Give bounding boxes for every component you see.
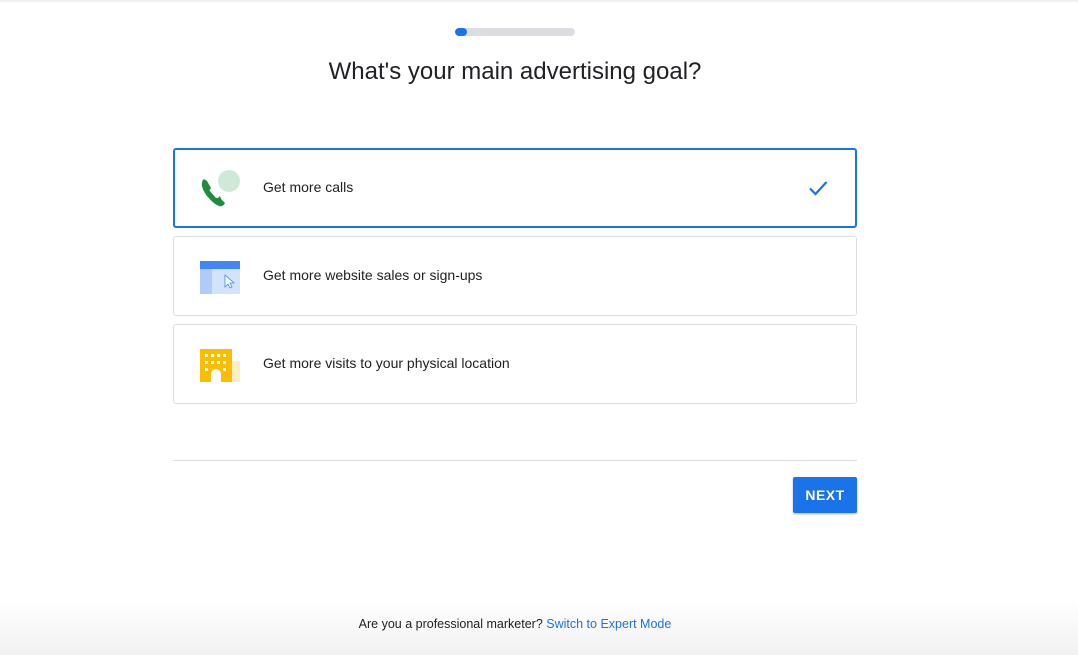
footer: Are you a professional marketer? Switch … xyxy=(0,617,1030,631)
goal-list: Get more calls Get more website sales or… xyxy=(173,148,857,412)
website-cursor-icon xyxy=(200,261,240,294)
goal-label-location: Get more visits to your physical locatio… xyxy=(263,355,510,371)
top-shadow xyxy=(0,0,1078,3)
check-icon xyxy=(809,181,828,196)
goal-option-calls[interactable]: Get more calls xyxy=(173,148,857,228)
next-button[interactable]: NEXT xyxy=(793,477,857,513)
goal-option-location[interactable]: Get more visits to your physical locatio… xyxy=(173,324,857,404)
footer-question: Are you a professional marketer? xyxy=(358,617,543,631)
page-title: What's your main advertising goal? xyxy=(328,58,702,85)
goal-label-website: Get more website sales or sign-ups xyxy=(263,267,483,283)
progress-bar-fill xyxy=(455,28,467,36)
phone-chat-icon xyxy=(201,170,240,207)
goal-option-website[interactable]: Get more website sales or sign-ups xyxy=(173,236,857,316)
switch-to-expert-mode-link[interactable]: Switch to Expert Mode xyxy=(546,617,671,631)
progress-bar xyxy=(455,28,575,36)
divider xyxy=(173,460,857,461)
building-icon xyxy=(200,349,240,382)
goal-label-calls: Get more calls xyxy=(263,179,354,195)
